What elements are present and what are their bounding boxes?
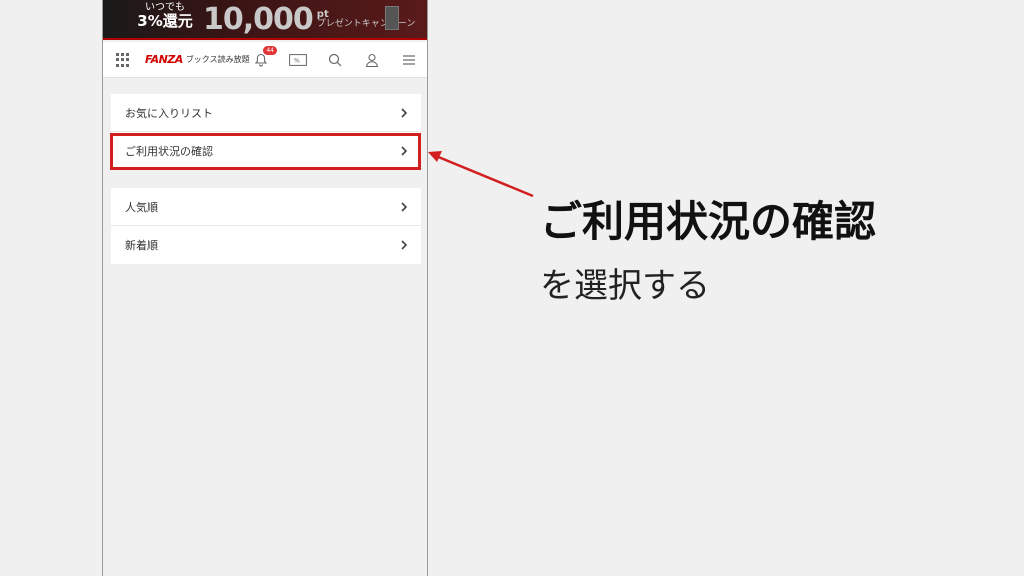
- highlight-box: [110, 133, 421, 170]
- bell-icon[interactable]: 44: [251, 46, 277, 70]
- banner-cashback: いつでも 3%還元: [133, 2, 197, 36]
- svg-text:%: %: [294, 58, 300, 65]
- banner-line2: 3%還元: [137, 12, 193, 30]
- coupon-icon[interactable]: %: [288, 50, 308, 70]
- banner-campaign-text: プレゼントキャンペーン: [316, 18, 416, 29]
- menu-item-label: 新着順: [125, 239, 158, 252]
- callout-subtitle: を選択する: [540, 266, 710, 306]
- service-name: ブックス読み放題: [185, 55, 250, 64]
- menu-item-label: 人気順: [125, 200, 158, 214]
- chevron-right-icon: [401, 201, 408, 212]
- menu-item-label: お気に入りリスト: [125, 106, 213, 120]
- callout-title: ご利用状況の確認: [540, 197, 877, 246]
- banner-card-image: [385, 6, 399, 30]
- banner-campaign: pt プレゼントキャンペーン: [317, 9, 416, 30]
- brand-logo: FANZA: [145, 53, 183, 66]
- promo-banner[interactable]: いつでも 3%還元 10,000 pt プレゼントキャンペーン: [103, 0, 427, 40]
- phone-screen: いつでも 3%還元 10,000 pt プレゼントキャンペーン FANZA ブッ…: [102, 0, 428, 576]
- search-icon[interactable]: [325, 50, 345, 70]
- menu-group-sort: 人気順 新着順: [111, 188, 421, 264]
- banner-amount: 10,000: [203, 1, 314, 37]
- banner-unit: pt: [316, 8, 329, 20]
- menu-item-newest[interactable]: 新着順: [111, 226, 421, 264]
- menu-item-popular[interactable]: 人気順: [111, 188, 421, 226]
- app-header: FANZA ブックス読み放題 44 %: [103, 42, 427, 78]
- menu-item-favorites[interactable]: お気に入りリスト: [111, 94, 421, 132]
- notification-badge: 44: [263, 46, 277, 55]
- chevron-right-icon: [401, 107, 408, 118]
- hamburger-menu-icon[interactable]: [399, 50, 419, 70]
- service-logo[interactable]: FANZA ブックス読み放題: [145, 53, 250, 66]
- chevron-right-icon: [401, 240, 408, 250]
- apps-grid-icon[interactable]: [116, 53, 130, 67]
- user-icon[interactable]: [362, 50, 382, 70]
